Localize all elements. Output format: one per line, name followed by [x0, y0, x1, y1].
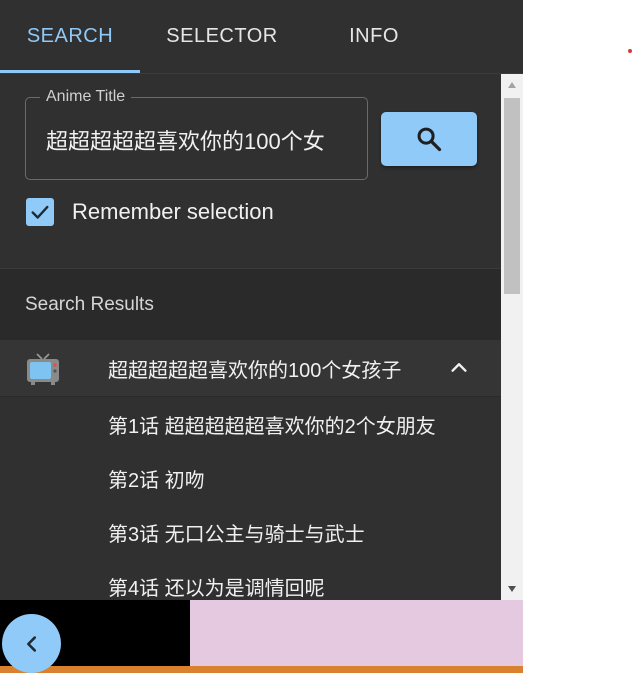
search-button[interactable] — [381, 112, 477, 166]
tab-info[interactable]: INFO — [304, 0, 444, 73]
anime-title-input[interactable]: 超超超超超喜欢你的100个女 — [46, 124, 352, 156]
scroll-up-arrow-icon[interactable] — [501, 74, 523, 96]
vertical-scrollbar[interactable] — [501, 74, 523, 600]
tab-selector[interactable]: SELECTOR — [152, 0, 292, 73]
search-icon — [417, 127, 442, 152]
panel-content: Anime Title 超超超超超喜欢你的100个女 Remember sele… — [0, 74, 501, 600]
tab-search[interactable]: SEARCH — [0, 0, 140, 73]
episode-item[interactable]: 第3话 无口公主与骑士与武士 — [0, 504, 501, 558]
checkmark-icon — [31, 205, 49, 219]
collapse-panel-button[interactable] — [2, 614, 61, 673]
anime-result-title: 超超超超超喜欢你的100个女孩子 — [108, 360, 402, 382]
page: SEARCH SELECTOR INFO Anime Title 超超超超超喜欢… — [0, 0, 634, 673]
episode-item[interactable]: 第2话 初吻 — [0, 450, 501, 504]
scrollbar-thumb[interactable] — [504, 98, 520, 294]
chevron-left-icon — [26, 635, 36, 652]
episode-title: 第3话 无口公主与骑士与武士 — [108, 524, 365, 546]
background-page-area — [190, 600, 523, 673]
remember-selection-checkbox[interactable] — [26, 198, 54, 226]
tab-bar: SEARCH SELECTOR INFO — [0, 0, 523, 74]
anime-title-label: Anime Title — [40, 86, 132, 108]
tv-icon — [27, 353, 59, 385]
anime-title-field[interactable]: Anime Title 超超超超超喜欢你的100个女 — [25, 86, 368, 180]
episode-item[interactable]: 第4话 还以为是调情回呢 — [0, 558, 501, 600]
remember-selection-label[interactable]: Remember selection — [72, 198, 274, 226]
anime-result-item[interactable]: 超超超超超喜欢你的100个女孩子 — [0, 340, 501, 397]
red-dot-marker — [628, 49, 632, 53]
scroll-down-arrow-icon[interactable] — [501, 578, 523, 600]
episode-item[interactable]: 第1话 超超超超超喜欢你的2个女朋友 — [0, 396, 501, 450]
search-panel: SEARCH SELECTOR INFO Anime Title 超超超超超喜欢… — [0, 0, 523, 600]
episode-title: 第2话 初吻 — [108, 470, 205, 492]
search-results-header: Search Results — [0, 268, 501, 340]
episode-title: 第1话 超超超超超喜欢你的2个女朋友 — [108, 416, 436, 438]
chevron-up-icon[interactable] — [448, 356, 470, 378]
search-results-title: Search Results — [25, 294, 154, 315]
episode-title: 第4话 还以为是调情回呢 — [108, 578, 325, 600]
background-progress-bar — [0, 666, 523, 673]
active-tab-indicator — [0, 70, 140, 73]
